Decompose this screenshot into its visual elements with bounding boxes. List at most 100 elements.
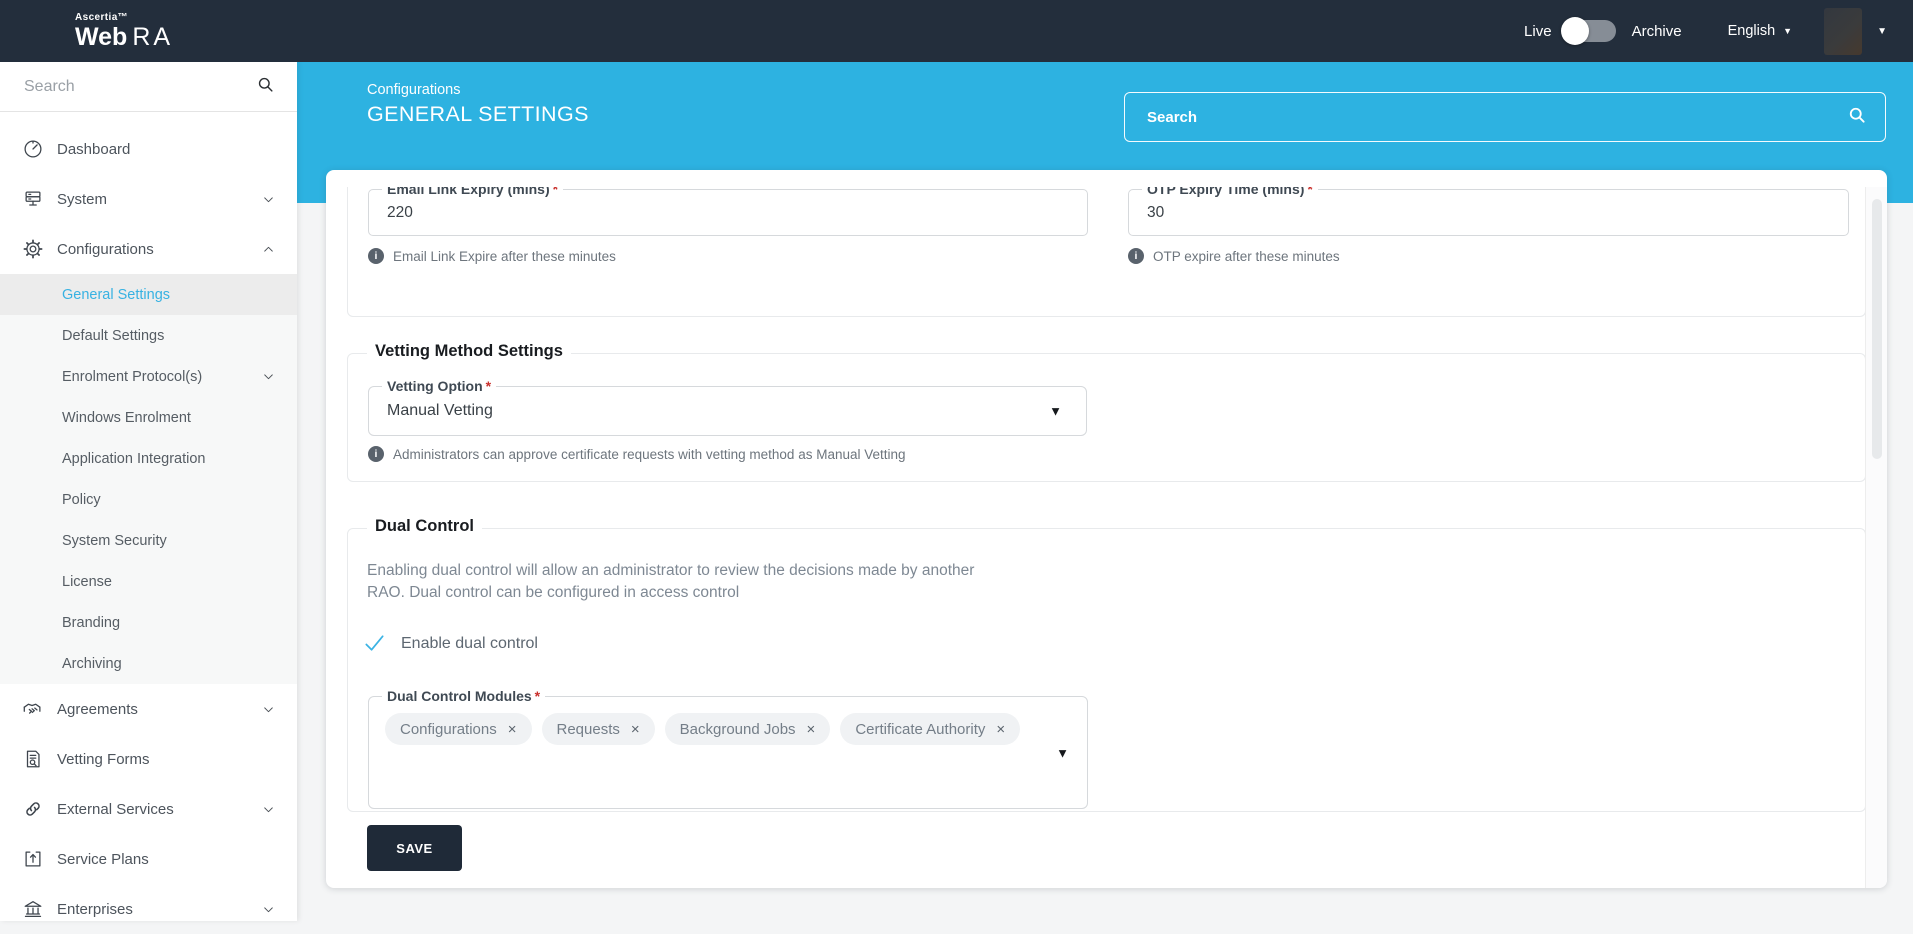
live-archive-toggle[interactable] bbox=[1564, 20, 1616, 42]
dual-control-modules-select[interactable]: Dual Control Modules* Configurations× Re… bbox=[368, 696, 1088, 809]
package-up-icon bbox=[21, 848, 44, 871]
module-tag[interactable]: Certificate Authority× bbox=[840, 713, 1020, 745]
header-search[interactable] bbox=[1124, 92, 1886, 142]
sidebar-item-label: Dashboard bbox=[57, 141, 130, 158]
handshake-icon bbox=[21, 698, 44, 721]
dropdown-caret-icon[interactable]: ▼ bbox=[1049, 404, 1062, 419]
sidebar-item-enterprises[interactable]: Enterprises bbox=[0, 884, 297, 934]
sidebar-item-system[interactable]: System bbox=[0, 174, 297, 224]
document-search-icon bbox=[21, 748, 44, 771]
brand-product: WebRA bbox=[75, 25, 173, 50]
live-label: Live bbox=[1524, 23, 1552, 40]
sidebar-item-external-services[interactable]: External Services bbox=[0, 784, 297, 834]
scrollbar-thumb[interactable] bbox=[1872, 199, 1882, 459]
page-title: GENERAL SETTINGS bbox=[367, 102, 589, 127]
remove-tag-icon[interactable]: × bbox=[807, 722, 816, 737]
info-icon: i bbox=[368, 446, 384, 462]
sidebar-item-label: Agreements bbox=[57, 701, 138, 718]
language-label: English bbox=[1728, 23, 1776, 39]
breadcrumb[interactable]: Configurations bbox=[367, 82, 461, 98]
sidebar-item-label: System bbox=[57, 191, 107, 208]
vetting-option-label: Vetting Option* bbox=[382, 378, 496, 394]
sidebar-item-enrolment-protocols[interactable]: Enrolment Protocol(s) bbox=[0, 356, 297, 397]
app-logo[interactable]: Ascertia™ WebRA bbox=[75, 13, 173, 50]
remove-tag-icon[interactable]: × bbox=[996, 722, 1005, 737]
dropdown-caret-icon[interactable]: ▼ bbox=[1056, 745, 1069, 760]
brand-company: Ascertia™ bbox=[75, 13, 173, 23]
server-icon bbox=[21, 188, 44, 211]
sidebar-item-label: Service Plans bbox=[57, 851, 149, 868]
sidebar-item-license[interactable]: License bbox=[0, 561, 297, 602]
sidebar-item-label: Vetting Forms bbox=[57, 751, 150, 768]
otp-expiry-label: OTP Expiry Time (mins)* bbox=[1142, 187, 1318, 197]
required-asterisk: * bbox=[486, 378, 491, 394]
sidebar-item-vetting-forms[interactable]: Vetting Forms bbox=[0, 734, 297, 784]
chevron-down-icon: ▼ bbox=[1783, 27, 1792, 36]
module-tag[interactable]: Background Jobs× bbox=[665, 713, 831, 745]
remove-tag-icon[interactable]: × bbox=[508, 722, 517, 737]
archive-label: Archive bbox=[1632, 23, 1682, 40]
chevron-down-icon bbox=[262, 703, 275, 716]
gear-icon bbox=[21, 238, 44, 261]
sidebar-search[interactable] bbox=[0, 62, 297, 112]
sidebar-item-windows-enrolment[interactable]: Windows Enrolment bbox=[0, 397, 297, 438]
enable-dual-control-checkbox[interactable]: Enable dual control bbox=[363, 632, 538, 655]
save-button[interactable]: SAVE bbox=[367, 825, 462, 871]
sidebar-item-agreements[interactable]: Agreements bbox=[0, 684, 297, 734]
user-avatar[interactable] bbox=[1824, 8, 1862, 55]
chevron-down-icon bbox=[262, 193, 275, 206]
module-tag[interactable]: Configurations× bbox=[385, 713, 532, 745]
sidebar-item-policy[interactable]: Policy bbox=[0, 479, 297, 520]
required-asterisk: * bbox=[553, 187, 558, 197]
sidebar-item-default-settings[interactable]: Default Settings bbox=[0, 315, 297, 356]
link-icon bbox=[21, 798, 44, 821]
required-asterisk: * bbox=[535, 688, 540, 704]
otp-expiry-value[interactable]: 30 bbox=[1147, 204, 1164, 222]
toggle-knob[interactable] bbox=[1561, 17, 1589, 45]
vetting-option-select[interactable]: Vetting Option* Manual Vetting ▼ bbox=[368, 386, 1087, 436]
email-link-expiry-value[interactable]: 220 bbox=[387, 204, 413, 222]
dual-control-modules-label: Dual Control Modules* bbox=[382, 688, 545, 704]
dual-control-description: Enabling dual control will allow an admi… bbox=[367, 560, 974, 604]
sidebar-item-service-plans[interactable]: Service Plans bbox=[0, 834, 297, 884]
sidebar: Dashboard System Configurations General … bbox=[0, 62, 297, 921]
module-tag[interactable]: Requests× bbox=[542, 713, 655, 745]
chevron-down-icon bbox=[262, 370, 275, 383]
search-icon[interactable] bbox=[1847, 105, 1867, 130]
vetting-section-title: Vetting Method Settings bbox=[367, 342, 571, 361]
top-navbar: Ascertia™ WebRA Live Archive English ▼ ▼ bbox=[0, 0, 1913, 62]
dashboard-icon bbox=[21, 138, 44, 161]
sidebar-item-archiving[interactable]: Archiving bbox=[0, 643, 297, 684]
dual-control-section-title: Dual Control bbox=[367, 517, 482, 536]
sidebar-item-dashboard[interactable]: Dashboard bbox=[0, 124, 297, 174]
otp-expiry-help: i OTP expire after these minutes bbox=[1128, 248, 1340, 264]
sidebar-item-application-integration[interactable]: Application Integration bbox=[0, 438, 297, 479]
search-icon[interactable] bbox=[256, 75, 275, 99]
settings-card: Email Link Expiry (mins)* 220 OTP Expiry… bbox=[326, 170, 1887, 888]
sidebar-search-input[interactable] bbox=[24, 78, 256, 96]
sidebar-item-configurations[interactable]: Configurations bbox=[0, 224, 297, 274]
chevron-up-icon bbox=[262, 243, 275, 256]
email-link-expiry-field[interactable]: Email Link Expiry (mins)* 220 bbox=[368, 189, 1088, 236]
email-link-expiry-help: i Email Link Expire after these minutes bbox=[368, 248, 616, 264]
enable-dual-control-label: Enable dual control bbox=[401, 635, 538, 653]
sidebar-item-system-security[interactable]: System Security bbox=[0, 520, 297, 561]
vetting-option-value: Manual Vetting bbox=[387, 402, 493, 420]
check-icon bbox=[363, 632, 386, 655]
remove-tag-icon[interactable]: × bbox=[631, 722, 640, 737]
expiry-settings-panel: Email Link Expiry (mins)* 220 OTP Expiry… bbox=[347, 187, 1865, 317]
otp-expiry-field[interactable]: OTP Expiry Time (mins)* 30 bbox=[1128, 189, 1849, 236]
user-menu-caret-icon[interactable]: ▼ bbox=[1877, 26, 1887, 37]
configurations-submenu: General Settings Default Settings Enrolm… bbox=[0, 274, 297, 684]
header-search-input[interactable] bbox=[1147, 109, 1847, 126]
email-link-expiry-label: Email Link Expiry (mins)* bbox=[382, 187, 563, 197]
vetting-option-help: i Administrators can approve certificate… bbox=[368, 446, 906, 462]
sidebar-item-general-settings[interactable]: General Settings bbox=[0, 274, 297, 315]
scroll-viewport: Email Link Expiry (mins)* 220 OTP Expiry… bbox=[326, 187, 1865, 888]
sidebar-item-branding[interactable]: Branding bbox=[0, 602, 297, 643]
info-icon: i bbox=[368, 248, 384, 264]
card-scrollbar[interactable] bbox=[1865, 187, 1887, 888]
language-dropdown[interactable]: English ▼ bbox=[1728, 23, 1792, 39]
dual-control-panel: Dual Control Enabling dual control will … bbox=[347, 528, 1865, 812]
sidebar-item-label: External Services bbox=[57, 801, 174, 818]
